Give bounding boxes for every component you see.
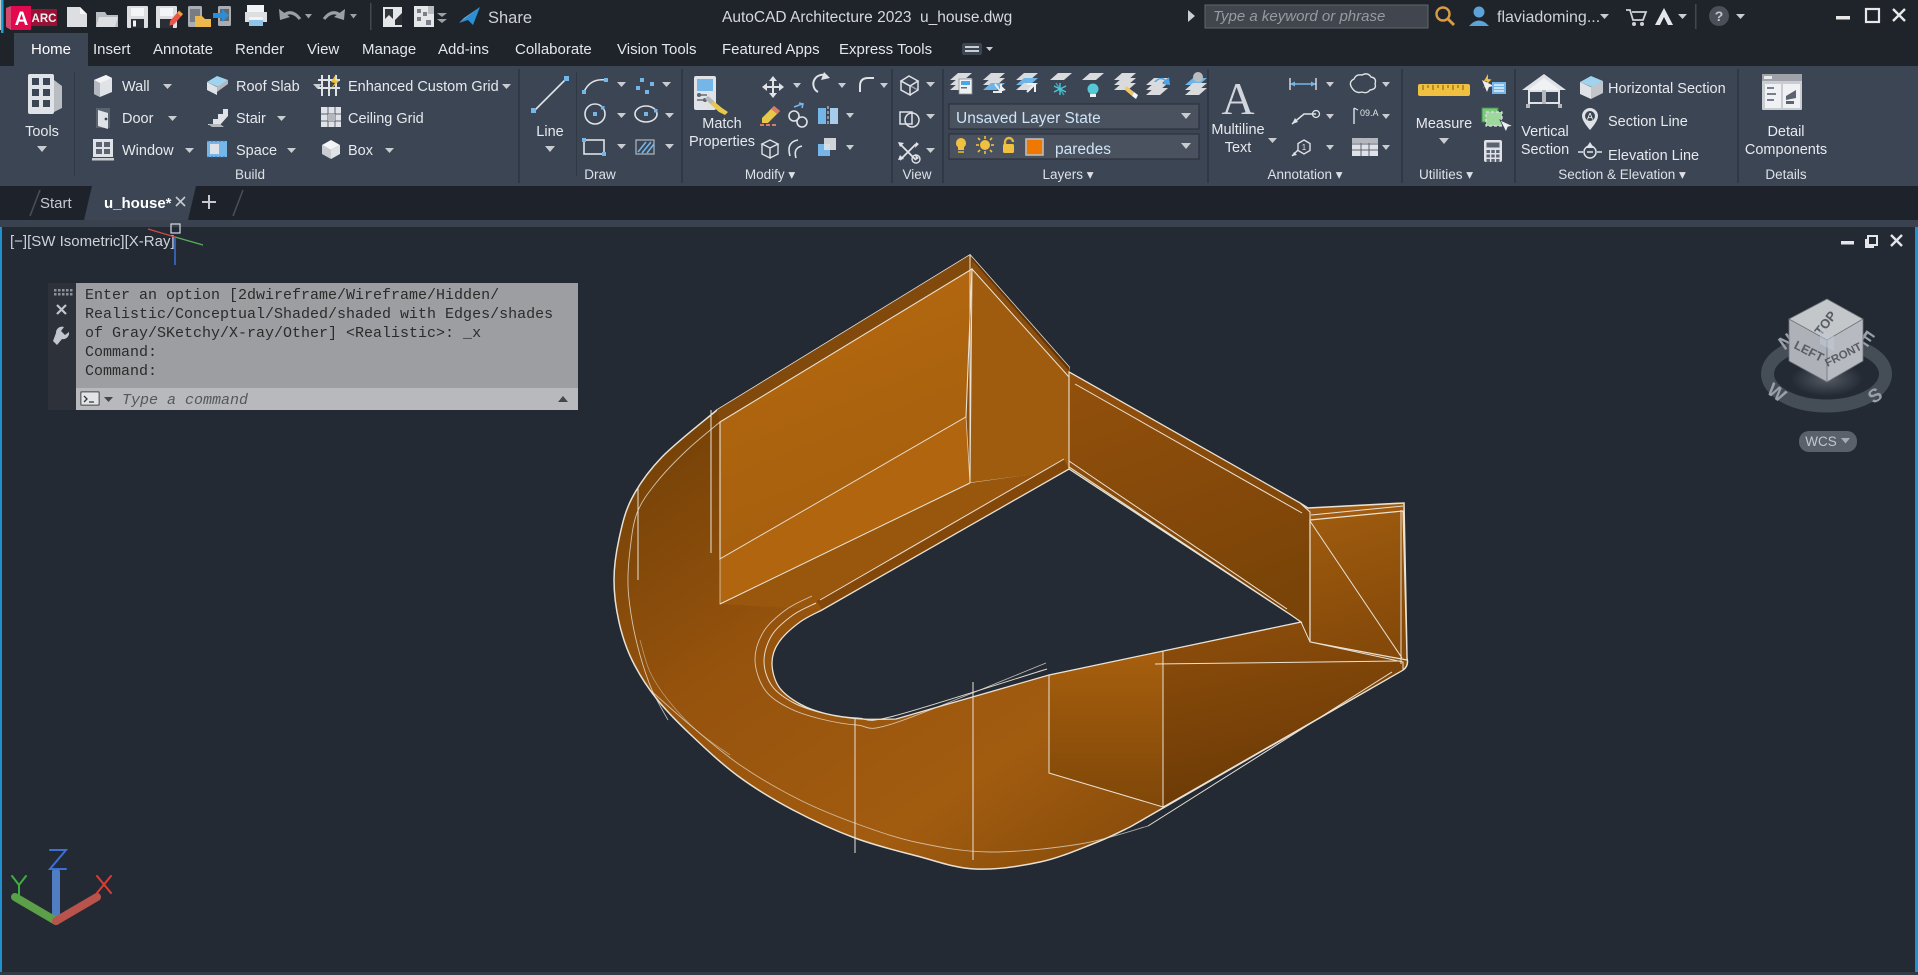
svg-text:Roof Slab: Roof Slab [236,79,300,95]
svg-text:A: A [15,9,29,30]
svg-text:Stair: Stair [236,111,266,127]
svg-text:Match: Match [702,116,742,132]
svg-text:Multiline: Multiline [1211,122,1264,138]
svg-text:Annotation ▾: Annotation ▾ [1267,167,1342,182]
svg-text:Box: Box [348,143,374,159]
svg-text:Section: Section [1521,142,1569,158]
svg-text:Tools: Tools [25,124,59,140]
svg-text:Wall: Wall [122,79,150,95]
svg-text:Start: Start [40,195,73,212]
svg-text:Section & Elevation ▾: Section & Elevation ▾ [1558,167,1686,182]
svg-text:paredes: paredes [1055,141,1111,158]
svg-text:Space: Space [236,143,277,159]
svg-text:Draw: Draw [584,167,616,182]
svg-text:AutoCAD Architecture 2023: AutoCAD Architecture 2023 [722,9,912,26]
svg-text:Unsaved Layer State: Unsaved Layer State [956,110,1101,127]
svg-text:1: 1 [1302,143,1307,152]
svg-text:A: A [1221,73,1254,124]
svg-text:Type a keyword or phrase: Type a keyword or phrase [1213,8,1385,25]
svg-text:Ceiling Grid: Ceiling Grid [348,111,424,127]
svg-text:ARC: ARC [32,13,57,25]
svg-text:Door: Door [122,111,154,127]
svg-text:?: ? [1715,8,1724,24]
svg-text:Build: Build [235,167,265,182]
svg-text:Window: Window [122,143,174,159]
svg-text:Share: Share [488,9,532,27]
svg-text:Details: Details [1765,167,1807,182]
svg-text:Utilities ▾: Utilities ▾ [1419,167,1473,182]
svg-text:Text: Text [1225,140,1252,156]
svg-text:Type a command: Type a command [122,392,248,409]
svg-text:u_house.dwg: u_house.dwg [920,9,1012,26]
svg-text:Horizontal Section: Horizontal Section [1608,81,1726,97]
svg-text:View: View [902,167,931,182]
svg-text:Components: Components [1745,142,1827,158]
svg-text:Enhanced Custom Grid: Enhanced Custom Grid [348,79,499,95]
svg-text:09.A: 09.A [1360,108,1379,118]
svg-text:Section Line: Section Line [1608,114,1688,130]
svg-text:Elevation Line: Elevation Line [1608,148,1699,164]
svg-text:flaviadoming...: flaviadoming... [1497,9,1600,26]
svg-text:Modify ▾: Modify ▾ [745,167,796,182]
svg-text:Properties: Properties [689,134,755,150]
svg-text:u_house*: u_house* [104,195,172,212]
svg-text:Measure: Measure [1416,116,1472,132]
svg-text:A: A [1587,112,1593,122]
svg-text:Line: Line [536,124,563,140]
svg-text:Detail: Detail [1767,124,1804,140]
svg-text:Vertical: Vertical [1521,124,1569,140]
svg-text:Layers ▾: Layers ▾ [1042,167,1093,182]
